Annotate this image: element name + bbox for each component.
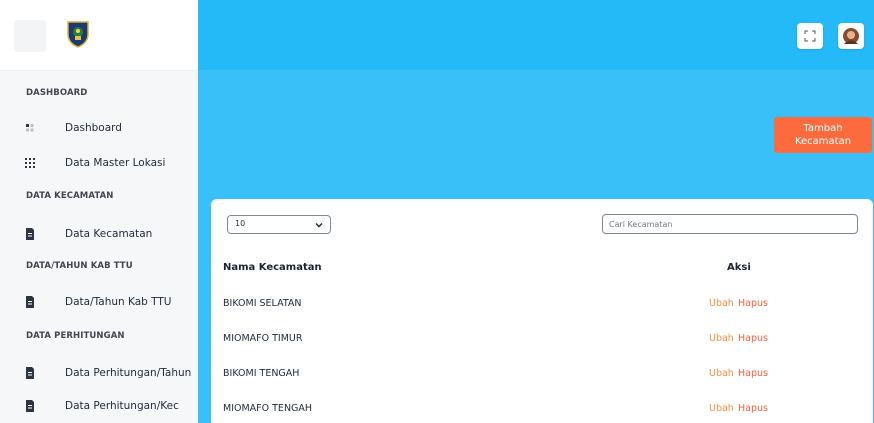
sidebar-divider bbox=[0, 70, 198, 71]
regency-emblem-logo[interactable] bbox=[66, 19, 90, 49]
kecamatan-name: MIOMAFO TIMUR bbox=[223, 333, 303, 344]
sidebar-item-data-perhitungan-tahun[interactable]: Data Perhitungan/Tahun bbox=[24, 364, 194, 386]
page-size-value: 10 bbox=[235, 219, 246, 228]
section-heading-data-perhitungan: DATA PERHITUNGAN bbox=[26, 331, 125, 341]
delete-link[interactable]: Hapus bbox=[738, 368, 768, 379]
sidebar-item-label: Data Perhitungan/Tahun bbox=[65, 367, 192, 379]
sidebar-item-data-tahun-kab-ttu[interactable]: Data/Tahun Kab TTU bbox=[24, 293, 194, 315]
section-heading-data-tahun-kab-ttu: DATA/TAHUN KAB TTU bbox=[26, 261, 133, 271]
sidebar-item-data-perhitungan-kec[interactable]: Data Perhitungan/Kec bbox=[24, 397, 194, 419]
user-avatar-button[interactable] bbox=[838, 23, 864, 49]
page-size-select[interactable]: 10 bbox=[227, 215, 331, 234]
column-header-aksi: Aksi bbox=[727, 262, 751, 273]
section-heading-data-kecamatan: DATA KECAMATAN bbox=[26, 191, 114, 201]
top-header-bar bbox=[198, 0, 874, 70]
sidebar-item-label: Data/Tahun Kab TTU bbox=[65, 296, 172, 308]
logo-bar bbox=[0, 0, 198, 70]
file-icon bbox=[26, 228, 34, 240]
kecamatan-name: BIKOMI TENGAH bbox=[223, 368, 300, 379]
grid-icon bbox=[26, 124, 34, 132]
sidebar-item-label: Data Kecamatan bbox=[65, 228, 153, 240]
sidebar-item-dashboard[interactable]: Dashboard bbox=[24, 119, 194, 141]
edit-link[interactable]: Ubah bbox=[709, 333, 734, 344]
column-header-nama-kecamatan: Nama Kecamatan bbox=[223, 262, 322, 273]
sidebar: DASHBOARD Dashboard Data Master Lokasi D… bbox=[0, 0, 198, 423]
dots-grid-icon bbox=[25, 158, 35, 168]
chevron-down-icon bbox=[315, 223, 323, 228]
sidebar-item-label: Data Perhitungan/Kec bbox=[65, 400, 179, 412]
sidebar-item-data-master-lokasi[interactable]: Data Master Lokasi bbox=[24, 154, 194, 176]
fullscreen-icon bbox=[804, 30, 816, 42]
add-kecamatan-button[interactable]: Tambah Kecamatan bbox=[774, 117, 872, 153]
kecamatan-name: MIOMAFO TENGAH bbox=[223, 403, 313, 414]
delete-link[interactable]: Hapus bbox=[738, 298, 768, 309]
search-input[interactable] bbox=[602, 214, 858, 234]
section-heading-dashboard: DASHBOARD bbox=[26, 88, 88, 98]
fullscreen-button[interactable] bbox=[797, 23, 823, 49]
file-icon bbox=[26, 367, 34, 379]
edit-link[interactable]: Ubah bbox=[709, 403, 734, 414]
edit-link[interactable]: Ubah bbox=[709, 298, 734, 309]
file-icon bbox=[26, 296, 34, 308]
table-card: 10 Nama Kecamatan Aksi BIKOMI SELATAN Ub… bbox=[211, 199, 873, 423]
kecamatan-name: BIKOMI SELATAN bbox=[223, 298, 302, 309]
file-icon bbox=[26, 400, 34, 412]
sidebar-item-label: Data Master Lokasi bbox=[65, 157, 166, 169]
delete-link[interactable]: Hapus bbox=[738, 333, 768, 344]
delete-link[interactable]: Hapus bbox=[738, 403, 768, 414]
logo-placeholder bbox=[14, 20, 46, 52]
edit-link[interactable]: Ubah bbox=[709, 368, 734, 379]
sidebar-item-data-kecamatan[interactable]: Data Kecamatan bbox=[24, 225, 194, 247]
user-avatar bbox=[843, 28, 859, 44]
sidebar-item-label: Dashboard bbox=[65, 122, 122, 134]
